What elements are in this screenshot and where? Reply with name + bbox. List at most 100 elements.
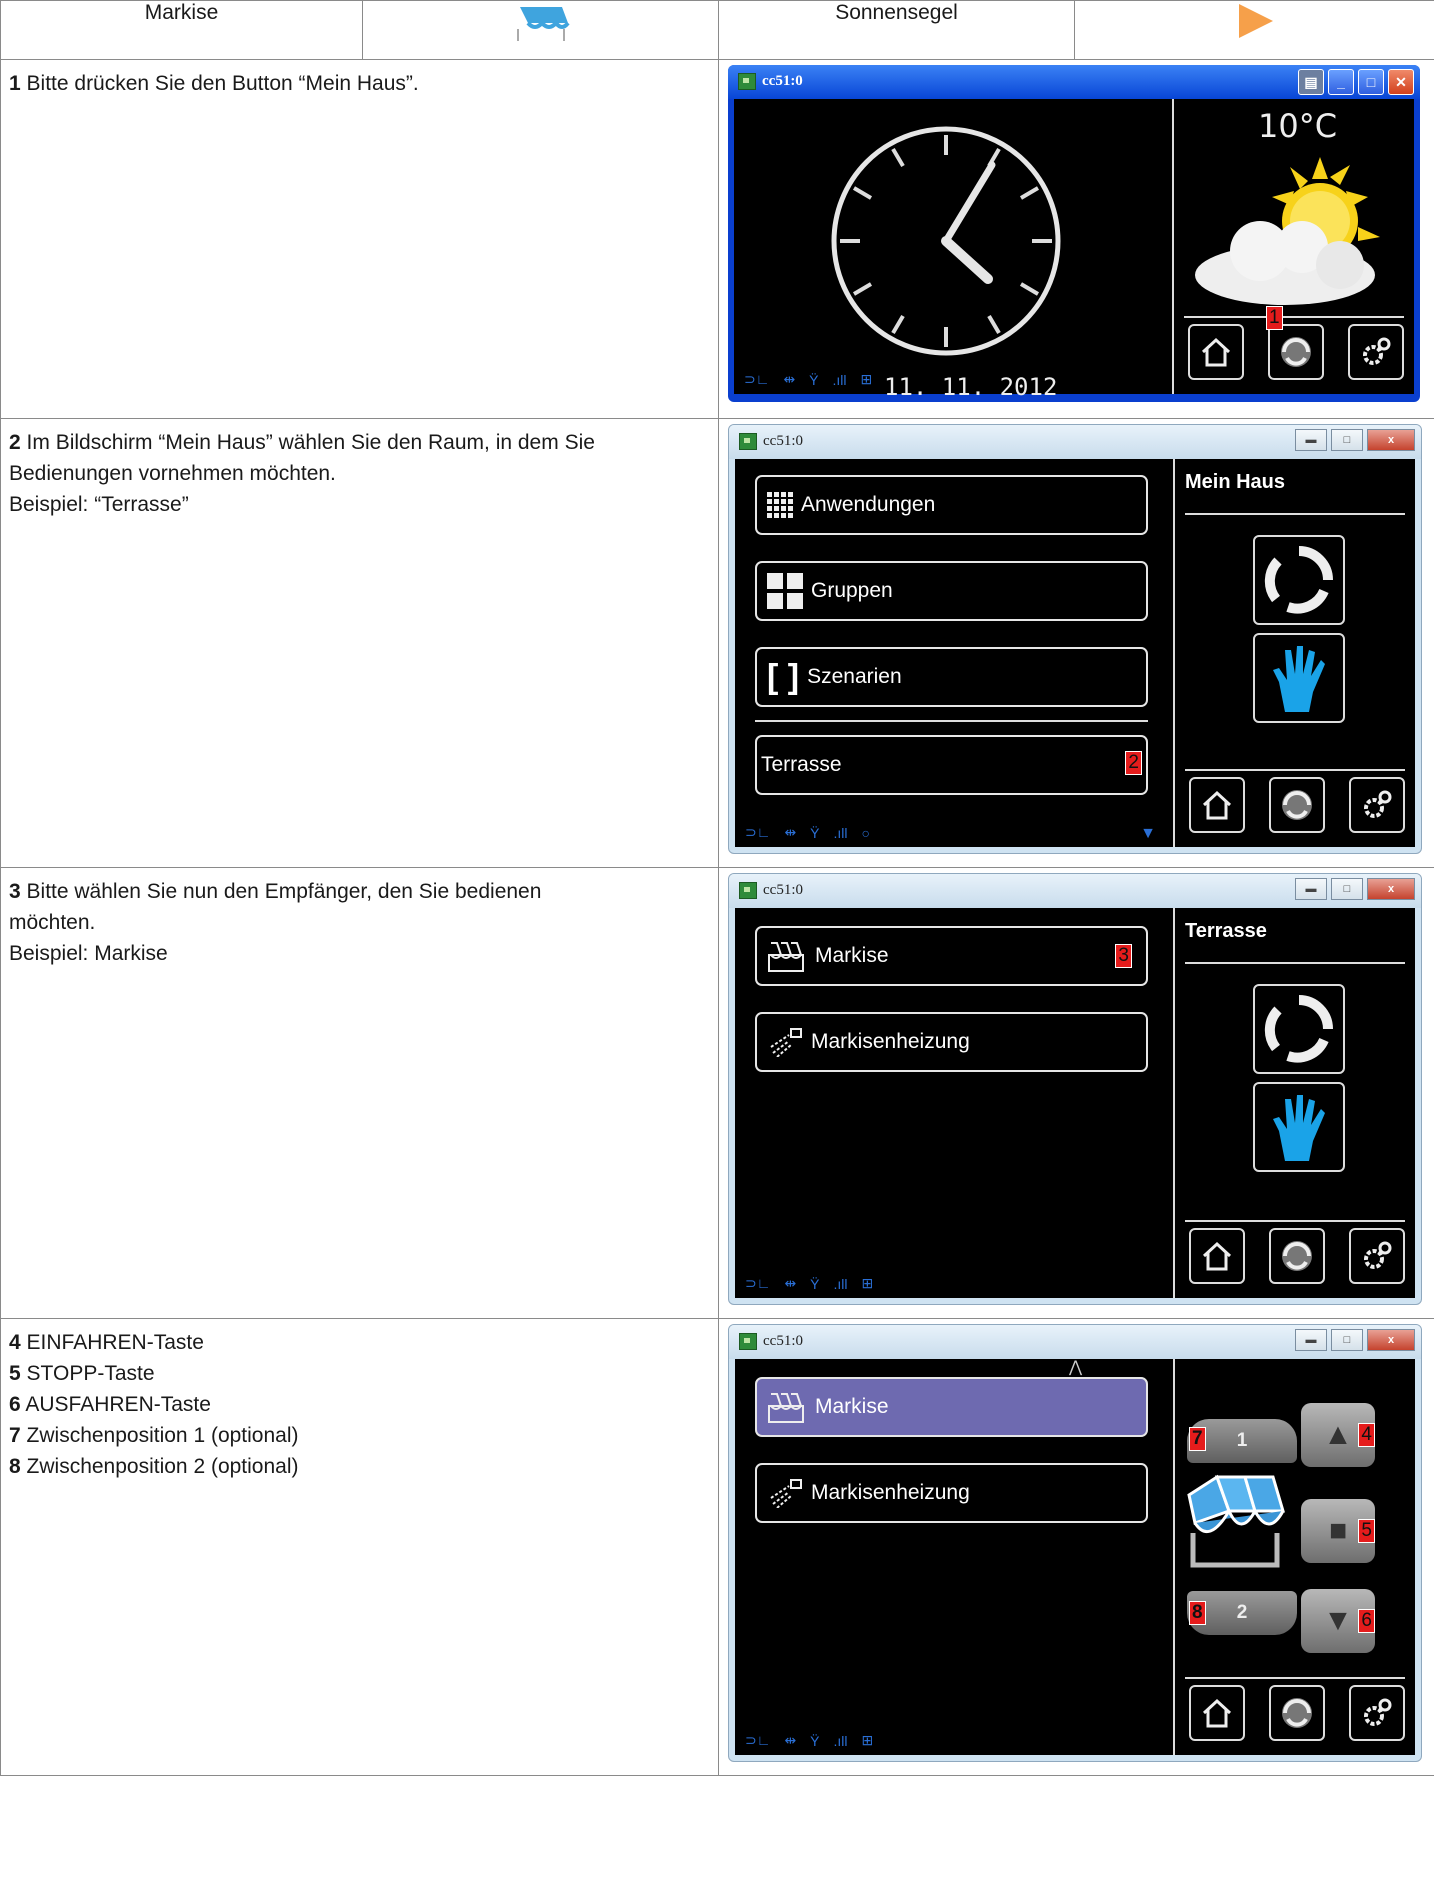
collapse-icon[interactable]: ⋀ [1069, 1357, 1082, 1377]
close-button[interactable]: ✕ [1388, 69, 1414, 95]
minimize-button[interactable]: ▬ [1295, 1329, 1327, 1351]
down-button[interactable]: ▼ 6 [1301, 1589, 1375, 1653]
up-button[interactable]: ▲ 4 [1301, 1403, 1375, 1467]
step-description-1: 1 Bitte drücken Sie den Button “Mein Hau… [0, 59, 719, 419]
step-text: EINFAHREN-Taste [26, 1331, 204, 1354]
settings-button[interactable] [1349, 777, 1405, 833]
date-display: 11. 11. 2012 [884, 373, 1058, 401]
menu-item-markisenheizung[interactable]: Markisenheizung [755, 1012, 1148, 1072]
settings-button[interactable] [1349, 1228, 1405, 1284]
app-icon [739, 1333, 757, 1350]
marker-3: 3 [1115, 944, 1132, 968]
arrow-up-icon: ▲ [1323, 1418, 1353, 1451]
close-button[interactable]: x [1367, 429, 1415, 451]
menu-item-markisenheizung[interactable]: Markisenheizung [755, 1463, 1148, 1523]
plug-icon: ⊃∟ [745, 1732, 771, 1748]
step-number: 8 [9, 1455, 21, 1478]
position-label: 1 [1236, 1430, 1248, 1451]
step-text: STOPP-Taste [26, 1362, 155, 1385]
menu-item-terrasse[interactable]: Terrasse 2 [755, 735, 1148, 795]
window-title: cc51:0 [763, 1333, 803, 1349]
close-button[interactable]: x [1367, 1329, 1415, 1351]
menu-item-anwendungen[interactable]: Anwendungen [755, 475, 1148, 535]
app-window: cc51:0 ▤ _ □ ✕ 11. 11. 2012 ⊃∟ ⇹ Ÿ .ıll … [728, 65, 1420, 402]
settings-icon [1364, 1698, 1392, 1726]
manual-button[interactable] [1253, 1082, 1345, 1172]
mein-haus-icon [1282, 1241, 1312, 1271]
mein-haus-button[interactable]: 1 [1266, 306, 1324, 380]
step-number: 7 [9, 1424, 21, 1447]
minimize-button[interactable]: _ [1328, 69, 1354, 95]
home-button[interactable] [1189, 777, 1245, 833]
plug-icon: ⊃∟ [745, 824, 771, 840]
step-text: Bedienungen vornehmen möchten. [9, 462, 336, 485]
menu-label: Markise [815, 1395, 889, 1418]
mein-haus-icon [1282, 790, 1312, 820]
maximize-button[interactable]: □ [1358, 69, 1384, 95]
home-button[interactable] [1188, 324, 1244, 380]
heater-icon [770, 1028, 802, 1057]
manual-button[interactable] [1253, 633, 1345, 723]
stop-icon: ■ [1328, 1514, 1348, 1547]
marker-6: 6 [1358, 1609, 1375, 1633]
step-description-3: 3 Bitte wählen Sie nun den Empfänger, de… [0, 867, 719, 1319]
screenshot-cell-4: cc51:0 ▬ □ x ⋀ Markise Markisenheizung ⊃… [718, 1318, 1434, 1776]
screenshot-cell-2: cc51:0 ▬ □ x Anwendungen Gruppen [] Sze… [718, 418, 1434, 868]
menu-item-szenarien[interactable]: [ ] Szenarien [755, 647, 1148, 707]
antenna-icon: Ÿ [810, 825, 820, 841]
maximize-button[interactable]: □ [1331, 1329, 1363, 1351]
mein-haus-button[interactable] [1269, 1685, 1325, 1741]
step-row-2: 2 Im Bildschirm “Mein Haus” wählen Sie d… [0, 418, 1434, 868]
step-example: Beispiel: Markise [9, 942, 168, 965]
maximize-button[interactable]: □ [1331, 878, 1363, 900]
status-bar: ⊃∟ ⇹ Ÿ .ıll ⊞ [745, 1732, 873, 1749]
antenna-icon: Ÿ [810, 1276, 820, 1292]
menu-item-markise[interactable]: Markise 3 [755, 926, 1148, 986]
mein-haus-icon [1282, 1698, 1312, 1728]
position-2-button[interactable]: 2 8 [1187, 1591, 1297, 1635]
auto-button[interactable] [1253, 984, 1345, 1074]
sail-icon [1238, 4, 1273, 38]
settings-button[interactable] [1348, 324, 1404, 380]
menu-pane: Markise 3 Markisenheizung ⊃∟ ⇹ Ÿ .ıll ⊞ [735, 908, 1168, 1298]
signal-icon: .ıll [833, 1733, 848, 1749]
step-number: 1 [9, 72, 21, 95]
maximize-button[interactable]: □ [1331, 429, 1363, 451]
link-icon: ⇹ [783, 371, 796, 387]
clock-icon [831, 126, 1061, 356]
menu-item-gruppen[interactable]: Gruppen [755, 561, 1148, 621]
close-button[interactable]: x [1367, 878, 1415, 900]
step-number: 2 [9, 431, 21, 454]
menu-label: Gruppen [811, 579, 893, 602]
app-icon [739, 882, 757, 899]
temperature-display: 10°C [1258, 107, 1338, 145]
auto-button[interactable] [1253, 535, 1345, 625]
heater-icon [770, 1479, 802, 1508]
mein-haus-button[interactable] [1269, 777, 1325, 833]
minimize-button[interactable]: ▬ [1295, 429, 1327, 451]
step-number: 3 [9, 880, 21, 903]
home-button[interactable] [1189, 1228, 1245, 1284]
title-bar: cc51:0 ▤ _ □ ✕ [728, 65, 1420, 99]
menu-label: Terrasse [761, 753, 842, 776]
device-screen: Anwendungen Gruppen [ ] Szenarien Terras… [735, 459, 1415, 847]
marker-4: 4 [1358, 1423, 1375, 1447]
menu-item-markise[interactable]: Markise [755, 1377, 1148, 1437]
step-text: Zwischenposition 1 (optional) [26, 1424, 299, 1447]
home-button[interactable] [1189, 1685, 1245, 1741]
print-icon[interactable]: ▤ [1298, 69, 1324, 95]
step-number: 4 [9, 1331, 21, 1354]
title-bar: cc51:0 ▬ □ x [729, 874, 1421, 908]
weather-pane: 10°C 1 [1172, 99, 1414, 394]
home-icon [1202, 790, 1232, 820]
mein-haus-button[interactable] [1269, 1228, 1325, 1284]
stop-button[interactable]: ■ 5 [1301, 1499, 1375, 1563]
scroll-down-icon[interactable]: ▼ [1140, 825, 1156, 843]
position-1-button[interactable]: 1 7 [1187, 1419, 1297, 1463]
minimize-button[interactable]: ▬ [1295, 878, 1327, 900]
antenna-icon: Ÿ [809, 372, 819, 388]
signal-icon: .ıll [833, 825, 848, 841]
settings-button[interactable] [1349, 1685, 1405, 1741]
app-icon [739, 433, 757, 450]
step-row-1: 1 Bitte drücken Sie den Button “Mein Hau… [0, 59, 1434, 419]
